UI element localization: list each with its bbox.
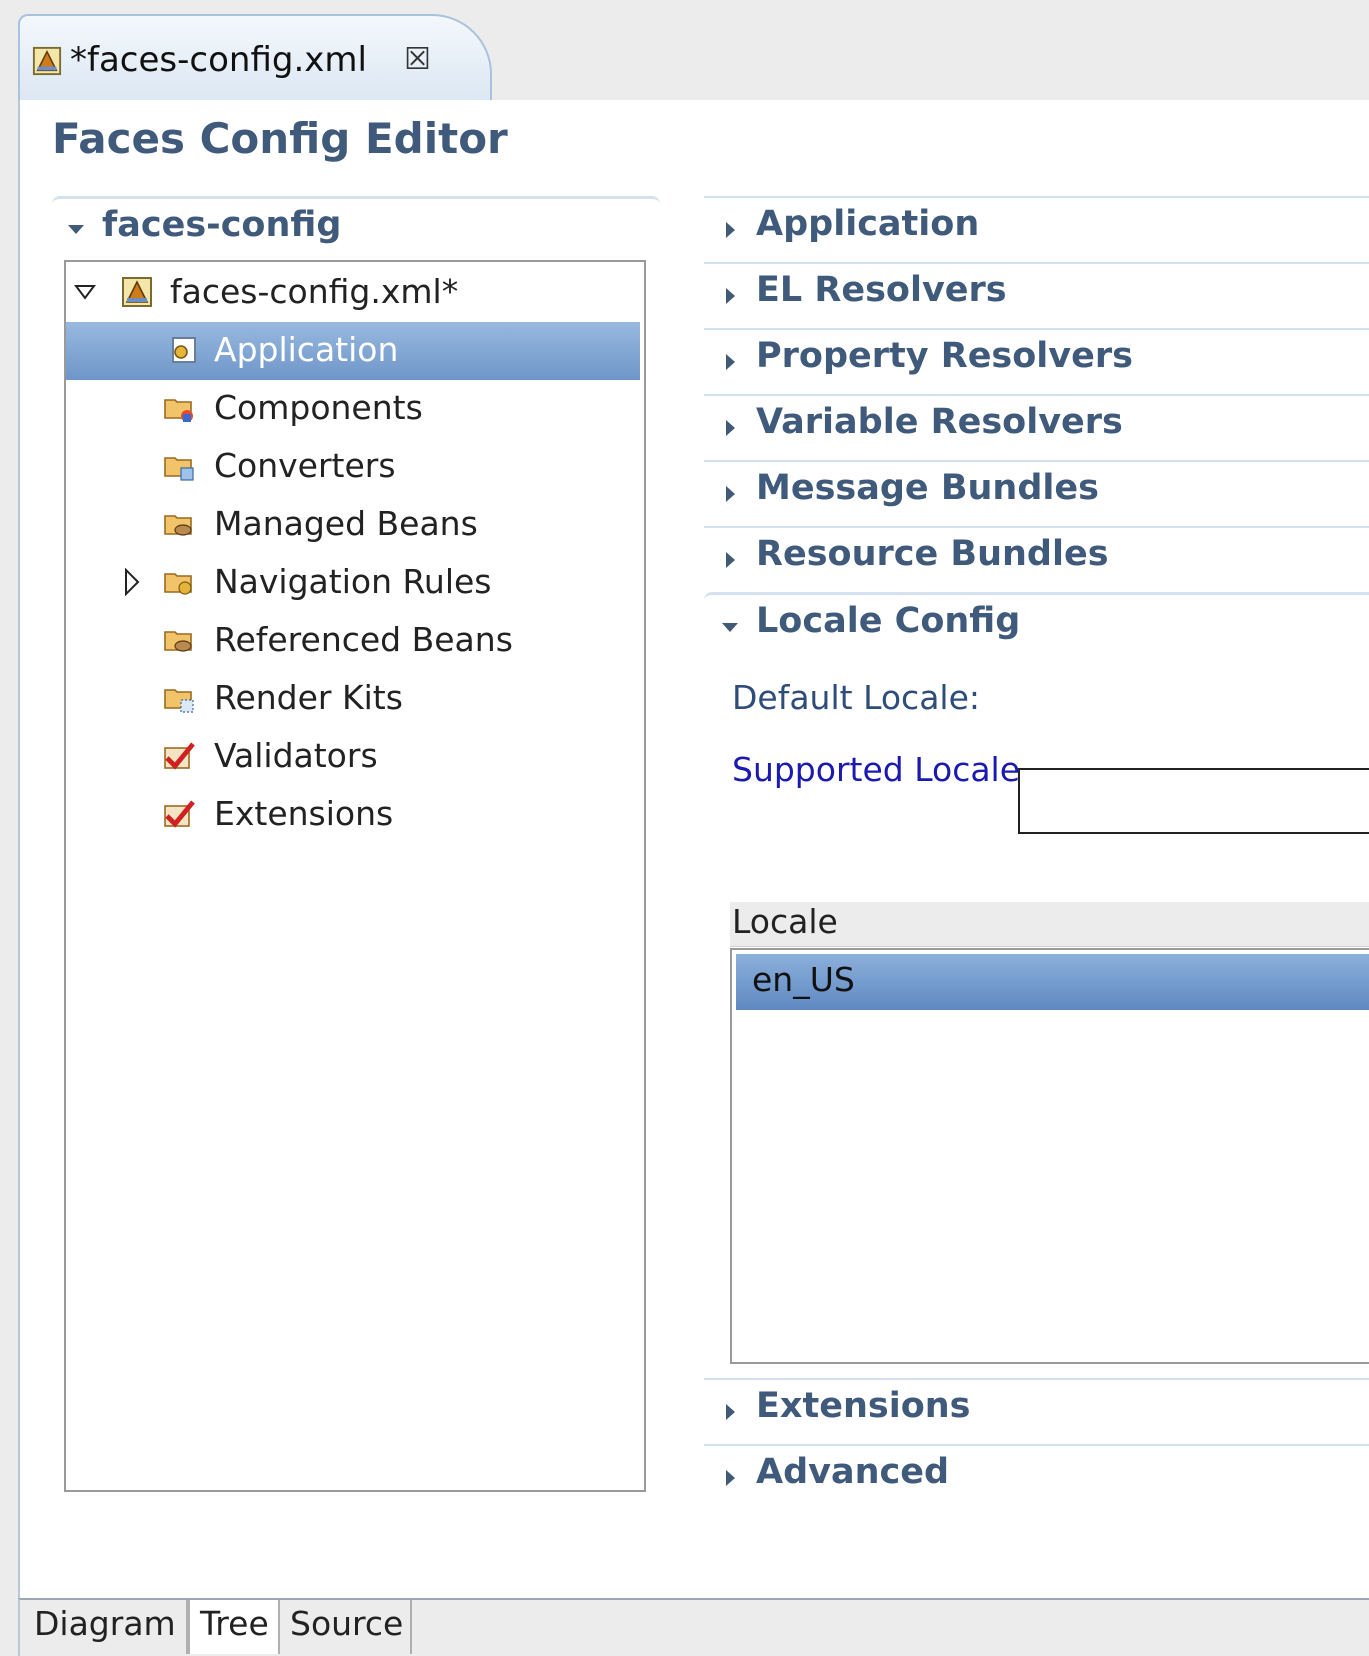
section-advanced[interactable]: Advanced xyxy=(704,1444,1369,1510)
navigation-rules-folder-icon xyxy=(164,573,192,595)
section-extensions[interactable]: Extensions xyxy=(704,1378,1369,1444)
section-title: Extensions xyxy=(756,1386,971,1426)
expand-arrow-icon[interactable] xyxy=(726,354,735,370)
supported-locale-link[interactable]: Supported Locale xyxy=(732,750,1020,789)
locale-column-header-label: Locale xyxy=(732,902,838,941)
faces-config-file-icon xyxy=(32,46,62,76)
close-icon[interactable]: ☒ xyxy=(404,42,431,77)
table-row[interactable]: en_US xyxy=(736,954,1369,1010)
expand-arrow-icon[interactable] xyxy=(726,222,735,238)
section-resource-bundles[interactable]: Resource Bundles xyxy=(704,526,1369,592)
expand-arrow-icon[interactable] xyxy=(726,552,735,568)
tree-item-render-kits[interactable]: Render Kits xyxy=(66,670,640,728)
tree-item-validators[interactable]: Validators xyxy=(66,728,640,786)
section-title: Advanced xyxy=(756,1452,950,1492)
tree-item-converters[interactable]: Converters xyxy=(66,438,640,496)
validators-check-icon xyxy=(164,742,195,770)
collapse-arrow-icon[interactable] xyxy=(722,623,738,632)
section-title: Variable Resolvers xyxy=(756,402,1123,442)
tree-item-application[interactable]: Application xyxy=(66,322,640,380)
editor-page-tabs: Diagram Tree Source xyxy=(18,1598,1369,1656)
tab-source[interactable]: Source xyxy=(280,1600,412,1654)
render-kits-folder-icon xyxy=(164,689,194,713)
expand-arrow-icon[interactable] xyxy=(726,486,735,502)
editor-tab-bar: *faces-config.xml ☒ xyxy=(18,12,1369,102)
tree-item-label: Referenced Beans xyxy=(214,620,513,659)
tree-item-label: Extensions xyxy=(214,794,394,833)
application-icon xyxy=(172,337,196,363)
section-title: Application xyxy=(756,204,980,244)
default-locale-input[interactable] xyxy=(1018,768,1369,834)
locale-column-header[interactable]: Locale xyxy=(730,902,1369,947)
components-folder-icon xyxy=(164,399,193,422)
faces-config-section-title: faces-config xyxy=(102,205,342,245)
managed-beans-folder-icon xyxy=(164,515,192,536)
tree-item-referenced-beans[interactable]: Referenced Beans xyxy=(66,612,640,670)
tab-tree[interactable]: Tree xyxy=(188,1600,280,1654)
section-property-resolvers[interactable]: Property Resolvers xyxy=(704,328,1369,394)
tree-item-label: Managed Beans xyxy=(214,504,478,543)
expand-arrow-icon[interactable] xyxy=(726,420,735,436)
referenced-beans-folder-icon xyxy=(164,631,192,652)
section-locale-config[interactable]: Locale Config xyxy=(704,592,1369,659)
tab-diagram[interactable]: Diagram xyxy=(20,1600,188,1654)
collapse-arrow-icon[interactable] xyxy=(68,225,84,234)
section-title: Message Bundles xyxy=(756,468,1099,508)
tree-item-managed-beans[interactable]: Managed Beans xyxy=(66,496,640,554)
expand-arrow-icon[interactable] xyxy=(726,288,735,304)
config-tree[interactable]: faces-config.xml* Application Components… xyxy=(64,260,646,1492)
tree-item-extensions[interactable]: Extensions xyxy=(66,786,640,844)
section-title: Property Resolvers xyxy=(756,336,1133,376)
section-title: Locale Config xyxy=(756,601,1021,641)
section-variable-resolvers[interactable]: Variable Resolvers xyxy=(704,394,1369,460)
expand-arrow-icon[interactable] xyxy=(726,1470,735,1486)
tree-collapsed-icon[interactable] xyxy=(124,568,140,596)
faces-config-editor-tab[interactable]: *faces-config.xml ☒ xyxy=(18,14,492,102)
tree-item-label: Components xyxy=(214,388,423,427)
tree-item-label: Validators xyxy=(214,736,378,775)
tree-item-label: Converters xyxy=(214,446,396,485)
section-title: Resource Bundles xyxy=(756,534,1109,574)
extensions-check-icon xyxy=(164,800,195,828)
tree-item-label: Render Kits xyxy=(214,678,403,717)
tree-item-label: Navigation Rules xyxy=(214,562,492,601)
tree-item-navigation-rules[interactable]: Navigation Rules xyxy=(66,554,640,612)
tree-item-components[interactable]: Components xyxy=(66,380,640,438)
faces-config-editor: Faces Config Editor faces-config faces-c… xyxy=(18,100,1369,1598)
tree-item-label: Application xyxy=(214,330,399,369)
locale-cell: en_US xyxy=(752,960,855,999)
faces-config-file-icon xyxy=(122,277,152,307)
section-el-resolvers[interactable]: EL Resolvers xyxy=(704,262,1369,328)
default-locale-label: Default Locale: xyxy=(732,678,981,717)
page-title: Faces Config Editor xyxy=(52,114,508,163)
section-title: EL Resolvers xyxy=(756,270,1007,310)
expand-arrow-icon[interactable] xyxy=(726,1404,735,1420)
section-message-bundles[interactable]: Message Bundles xyxy=(704,460,1369,526)
converters-folder-icon xyxy=(164,457,194,481)
tree-root-item[interactable]: faces-config.xml* xyxy=(66,264,640,322)
faces-config-section-header[interactable]: faces-config xyxy=(52,196,660,249)
tree-expanded-icon[interactable] xyxy=(74,284,96,300)
section-application[interactable]: Application xyxy=(704,196,1369,262)
tree-root-label: faces-config.xml* xyxy=(170,272,459,311)
supported-locale-table[interactable]: en_US xyxy=(730,948,1369,1364)
editor-tab-title: *faces-config.xml xyxy=(70,40,367,80)
